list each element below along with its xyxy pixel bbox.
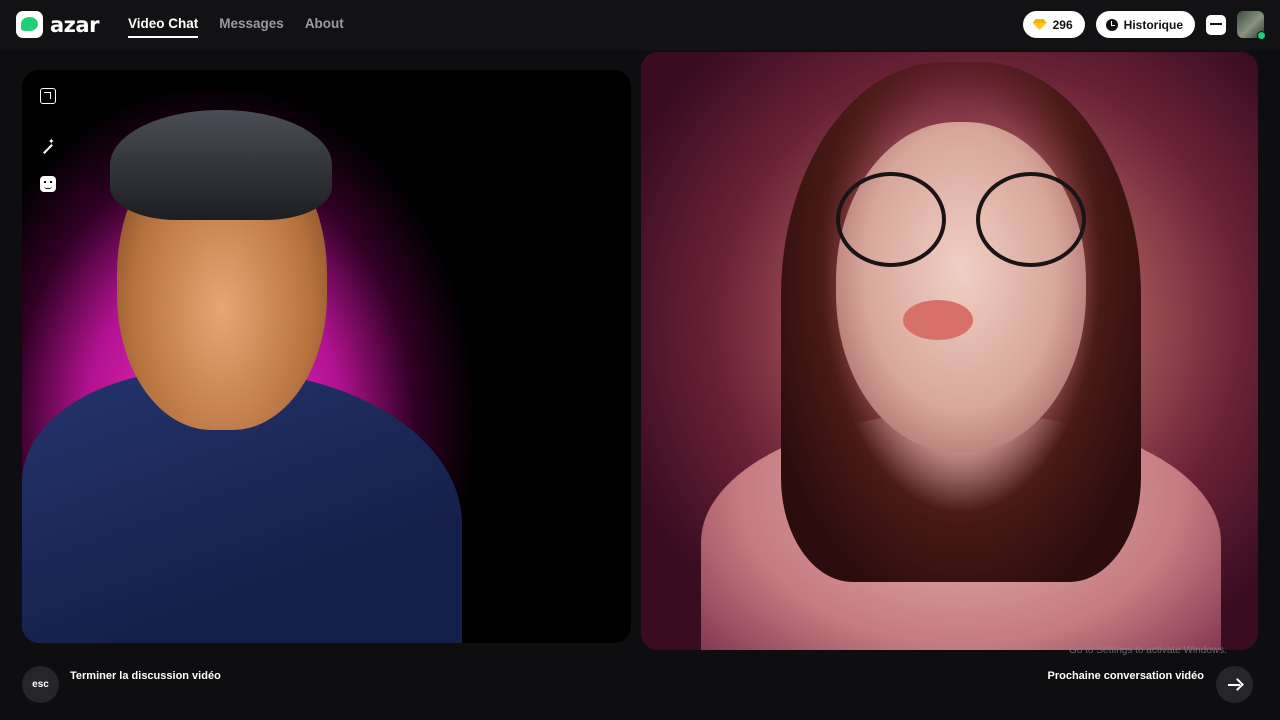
arrow-right-icon [1227, 679, 1242, 691]
local-user-hair [110, 110, 332, 220]
azar-logo-icon [16, 11, 43, 38]
gems-button[interactable]: 296 [1022, 11, 1085, 38]
clock-icon [1105, 18, 1118, 31]
glasses-lens-right [976, 172, 1086, 267]
magic-wand-icon[interactable] [40, 137, 56, 157]
next-chat-button[interactable] [1216, 666, 1253, 703]
azar-logo[interactable]: azar [16, 11, 99, 38]
next-chat-label[interactable]: Prochaine conversation vidéo [1048, 670, 1205, 682]
history-button[interactable]: Historique [1095, 11, 1195, 38]
remote-user-glasses [836, 172, 1091, 272]
brand-name: azar [50, 12, 99, 37]
main-nav: Video Chat Messages About [128, 16, 344, 38]
minimize-icon[interactable] [40, 88, 56, 104]
nav-messages[interactable]: Messages [219, 16, 284, 38]
online-badge [1257, 31, 1266, 40]
gem-icon [1033, 19, 1047, 30]
end-chat-label[interactable]: Terminer la discussion vidéo [70, 670, 221, 682]
activation-watermark: Go to Settings to activate Windows. [1069, 645, 1227, 656]
face-filter-icon[interactable] [40, 176, 56, 192]
glasses-lens-left [836, 172, 946, 267]
avatar[interactable] [1237, 11, 1266, 40]
history-label: Historique [1123, 17, 1183, 32]
remote-video-panel [641, 52, 1258, 650]
bottom-controls: Go to Settings to activate Windows. esc … [0, 645, 1280, 720]
gems-count: 296 [1052, 17, 1073, 32]
esc-button[interactable]: esc [22, 666, 59, 703]
nav-video-chat[interactable]: Video Chat [128, 16, 199, 38]
shop-icon[interactable] [1206, 14, 1226, 35]
nav-about[interactable]: About [305, 16, 344, 38]
local-video-panel [22, 70, 631, 643]
top-bar: azar Video Chat Messages About 296 Histo… [0, 0, 1280, 50]
header-actions: 296 Historique [1022, 11, 1266, 40]
remote-user-lips [903, 300, 973, 340]
